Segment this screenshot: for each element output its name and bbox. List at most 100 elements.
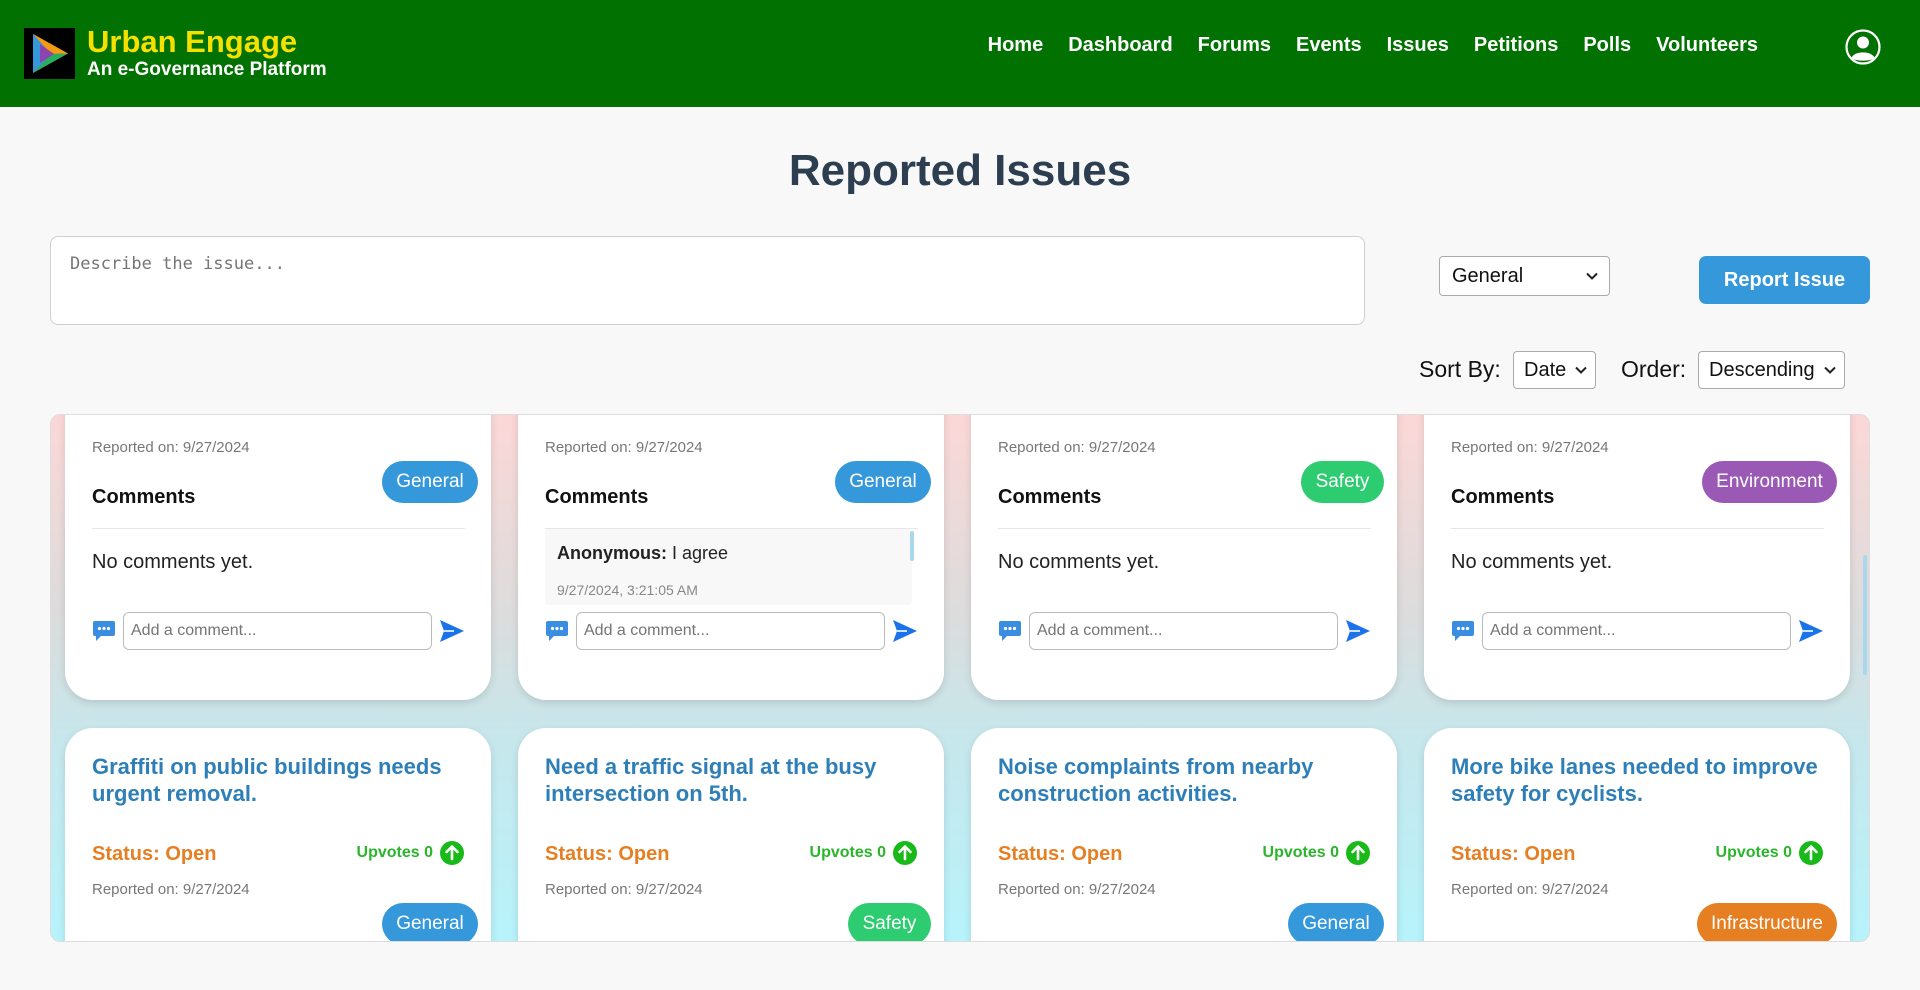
upvote-count: Upvotes 0 [1715, 844, 1792, 861]
sort-by-value: Date [1524, 358, 1567, 381]
issue-card: Reported on: 9/27/2024 Environment Comme… [1424, 415, 1850, 700]
chat-bubble-icon [999, 621, 1021, 641]
nav-home[interactable]: Home [988, 34, 1044, 57]
order-value: Descending [1709, 358, 1815, 381]
issue-card: Graffiti on public buildings needs urgen… [65, 728, 491, 941]
category-select[interactable]: General [1439, 256, 1610, 296]
comment-input[interactable] [576, 612, 885, 650]
issues-scrollbar[interactable] [1861, 415, 1869, 941]
order-select[interactable]: Descending [1698, 351, 1845, 389]
issue-date: Reported on: 9/27/2024 [545, 439, 703, 456]
app-logo[interactable] [24, 28, 75, 79]
issue-status: Status: Open [92, 843, 217, 865]
nav-events[interactable]: Events [1296, 34, 1362, 57]
comment-input[interactable] [1482, 612, 1791, 650]
nav-dashboard[interactable]: Dashboard [1068, 34, 1172, 57]
report-issue-button[interactable]: Report Issue [1699, 256, 1870, 304]
issue-category-tag: Safety [848, 903, 931, 941]
issue-title[interactable]: More bike lanes needed to improve safety… [1451, 754, 1831, 808]
issue-category-tag: Environment [1702, 461, 1837, 503]
upvote-arrow-icon[interactable] [1798, 840, 1824, 866]
no-comments-text: No comments yet. [998, 551, 1160, 573]
issue-status: Status: Open [1451, 843, 1576, 865]
chat-bubble-icon [1452, 621, 1474, 641]
send-icon[interactable] [1798, 619, 1824, 643]
issue-category-tag: General [835, 461, 931, 503]
main-nav: Home Dashboard Forums Events Issues Peti… [988, 34, 1758, 57]
upvote-arrow-icon[interactable] [439, 840, 465, 866]
issue-category-tag: General [382, 903, 478, 941]
send-icon[interactable] [1345, 619, 1371, 643]
comments-divider [998, 528, 1371, 529]
play-logo-icon [24, 28, 75, 79]
issue-status: Status: Open [998, 843, 1123, 865]
issue-date: Reported on: 9/27/2024 [92, 881, 250, 898]
sort-by-label: Sort By: [1419, 356, 1501, 382]
add-comment-row [545, 612, 920, 650]
add-comment-row [92, 612, 467, 650]
issue-card: Need a traffic signal at the busy inters… [518, 728, 944, 941]
issue-category-tag: Infrastructure [1697, 903, 1837, 941]
upvote-count: Upvotes 0 [1262, 844, 1339, 861]
issue-category-tag: General [1288, 903, 1384, 941]
issue-date: Reported on: 9/27/2024 [1451, 881, 1609, 898]
issue-card: More bike lanes needed to improve safety… [1424, 728, 1850, 941]
issue-card: Reported on: 9/27/2024 General Comments … [518, 415, 944, 700]
comment-item: Anonymous: I agree 9/27/2024, 3:21:05 AM [545, 529, 914, 605]
send-icon[interactable] [892, 619, 918, 643]
chat-bubble-icon [93, 621, 115, 641]
upvote-arrow-icon[interactable] [1345, 840, 1371, 866]
add-comment-row [1451, 612, 1826, 650]
category-select-value: General [1452, 264, 1524, 287]
nav-petitions[interactable]: Petitions [1474, 34, 1558, 57]
app-title: Urban Engage [87, 24, 298, 59]
nav-polls[interactable]: Polls [1583, 34, 1631, 57]
chevron-down-icon [1575, 366, 1587, 374]
upvote-arrow-icon[interactable] [892, 840, 918, 866]
page-title: Reported Issues [788, 146, 1132, 195]
upvotes: Upvotes 0 [1716, 840, 1824, 866]
user-profile-button[interactable] [1845, 29, 1881, 65]
comment-input[interactable] [123, 612, 432, 650]
issues-list[interactable]: Reported on: 9/27/2024 General Comments … [50, 414, 1870, 942]
issue-date: Reported on: 9/27/2024 [998, 881, 1156, 898]
comments-scrollbar[interactable] [910, 531, 914, 561]
chevron-down-icon [1824, 366, 1836, 374]
user-avatar-icon [1845, 29, 1881, 65]
upvotes: Upvotes 0 [357, 840, 465, 866]
order-label: Order: [1621, 356, 1687, 382]
comment-author: Anonymous: [557, 543, 667, 563]
issue-card: Reported on: 9/27/2024 General Comments … [65, 415, 491, 700]
nav-issues[interactable]: Issues [1387, 34, 1449, 57]
upvote-count: Upvotes 0 [356, 844, 433, 861]
app-subtitle: An e-Governance Platform [87, 59, 327, 80]
no-comments-text: No comments yet. [1451, 551, 1613, 573]
issue-title[interactable]: Graffiti on public buildings needs urgen… [92, 754, 472, 808]
send-icon[interactable] [439, 619, 465, 643]
issue-status: Status: Open [545, 843, 670, 865]
issue-date: Reported on: 9/27/2024 [1451, 439, 1609, 456]
no-comments-text: No comments yet. [92, 551, 254, 573]
chat-bubble-icon [546, 621, 568, 641]
issue-category-tag: General [382, 461, 478, 503]
sort-by-select[interactable]: Date [1513, 351, 1596, 389]
issue-title[interactable]: Need a traffic signal at the busy inters… [545, 754, 925, 808]
issues-scrollbar-thumb[interactable] [1863, 555, 1867, 675]
comment-text: I agree [667, 543, 729, 563]
issue-category-tag: Safety [1301, 461, 1384, 503]
chevron-down-icon [1586, 272, 1598, 280]
comment-timestamp: 9/27/2024, 3:21:05 AM [557, 582, 698, 598]
issue-title[interactable]: Noise complaints from nearby constructio… [998, 754, 1378, 808]
comments-divider [1451, 528, 1824, 529]
comments-heading: Comments [1451, 486, 1555, 508]
issue-card: Reported on: 9/27/2024 Safety Comments N… [971, 415, 1397, 700]
nav-forums[interactable]: Forums [1198, 34, 1271, 57]
issue-description-input[interactable] [50, 236, 1365, 325]
nav-volunteers[interactable]: Volunteers [1656, 34, 1758, 57]
issue-date: Reported on: 9/27/2024 [92, 439, 250, 456]
comments-heading: Comments [998, 486, 1102, 508]
top-navbar: Urban Engage An e-Governance Platform Ho… [0, 0, 1920, 107]
issue-card: Noise complaints from nearby constructio… [971, 728, 1397, 941]
comment-line: Anonymous: I agree [557, 543, 728, 564]
comment-input[interactable] [1029, 612, 1338, 650]
